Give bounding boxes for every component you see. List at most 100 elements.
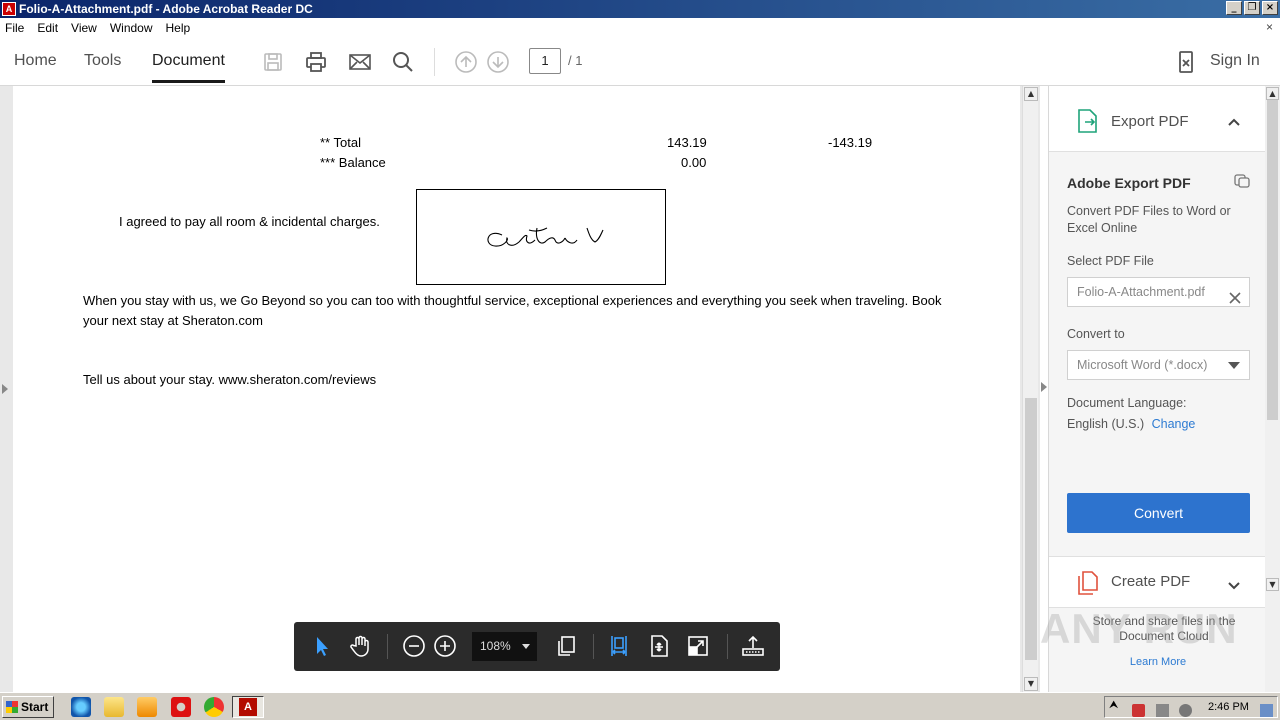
- create-pdf-header[interactable]: Create PDF: [1049, 556, 1266, 608]
- system-tray: ⮝: [1104, 696, 1278, 718]
- create-pdf-icon: [1077, 570, 1099, 601]
- feedback-text: Tell us about your stay. www.sheraton.co…: [83, 372, 377, 387]
- scroll-up-arrow-icon[interactable]: ▲: [1024, 87, 1038, 101]
- acrobat-app-icon: A: [2, 2, 16, 16]
- pdf-page: ** Total 143.19 -143.19 *** Balance 0.00…: [13, 86, 1020, 692]
- folder-icon[interactable]: [104, 697, 124, 717]
- agreement-text: I agreed to pay all room & incidental ch…: [119, 214, 380, 229]
- document-language-label: Document Language:: [1067, 396, 1187, 410]
- zoom-in-icon[interactable]: [433, 634, 457, 658]
- learn-more-link[interactable]: Learn More: [1049, 655, 1266, 670]
- total-debit: 143.19: [667, 135, 707, 150]
- media-player-icon[interactable]: [137, 697, 157, 717]
- total-label: ** Total: [320, 135, 361, 150]
- toolbar-divider: [727, 634, 728, 659]
- export-description: Convert PDF Files to Word or Excel Onlin…: [1067, 204, 1231, 235]
- menu-window[interactable]: Window: [110, 21, 153, 35]
- acrobat-taskbar-button[interactable]: A: [232, 696, 264, 718]
- signature-box: [416, 189, 666, 285]
- security-alert-icon[interactable]: [1132, 704, 1145, 717]
- fit-page-icon[interactable]: [647, 634, 671, 658]
- document-scrollbar[interactable]: ▲ ▼: [1022, 86, 1038, 692]
- scrollbar-thumb[interactable]: [1025, 398, 1037, 660]
- minimize-button[interactable]: _: [1226, 1, 1242, 15]
- scrollbar-thumb[interactable]: [1267, 100, 1278, 420]
- export-pdf-label: Export PDF: [1111, 113, 1189, 130]
- balance-label: *** Balance: [320, 155, 386, 170]
- chevron-down-icon: [522, 644, 530, 649]
- prev-page-icon[interactable]: [454, 50, 478, 74]
- select-cursor-icon[interactable]: [310, 634, 334, 658]
- fullscreen-icon[interactable]: [686, 634, 710, 658]
- search-icon[interactable]: [391, 50, 415, 74]
- tray-expand-icon[interactable]: ⮝: [1109, 699, 1122, 712]
- windows-flag-icon: [6, 701, 18, 713]
- show-desktop-icon[interactable]: [1260, 704, 1273, 717]
- close-document-icon[interactable]: ×: [1266, 20, 1273, 34]
- menu-help[interactable]: Help: [166, 21, 191, 35]
- zoom-out-icon[interactable]: [402, 634, 426, 658]
- chrome-icon[interactable]: [204, 697, 224, 717]
- clear-file-icon[interactable]: [1229, 286, 1241, 314]
- floating-toolbar: 108%: [294, 622, 780, 671]
- adobe-export-pdf-title: Adobe Export PDF: [1067, 175, 1191, 191]
- chevron-down-icon: [1228, 362, 1240, 369]
- toolbar-divider: [387, 634, 388, 659]
- mobile-icon[interactable]: [1174, 50, 1198, 74]
- opera-icon[interactable]: [171, 697, 191, 717]
- start-button[interactable]: Start: [2, 696, 54, 718]
- panel-scrollbar[interactable]: ▲ ▼: [1265, 86, 1280, 692]
- print-icon[interactable]: [304, 50, 328, 74]
- ie-icon[interactable]: [71, 697, 91, 717]
- chevron-down-icon[interactable]: [1227, 578, 1241, 596]
- close-button[interactable]: ×: [1262, 1, 1278, 15]
- fit-width-icon[interactable]: [607, 634, 631, 658]
- chevron-up-icon[interactable]: [1227, 114, 1241, 132]
- convert-to-label: Convert to: [1067, 327, 1125, 341]
- volume-icon[interactable]: [1179, 704, 1192, 717]
- toolbar-divider: [434, 48, 435, 76]
- restore-button[interactable]: ❐: [1244, 1, 1260, 15]
- tab-document[interactable]: Document: [152, 52, 225, 83]
- tab-home[interactable]: Home: [14, 52, 57, 70]
- balance-value: 0.00: [681, 155, 707, 170]
- menu-edit[interactable]: Edit: [37, 21, 58, 35]
- menu-view[interactable]: View: [71, 21, 97, 35]
- create-pdf-label: Create PDF: [1111, 573, 1191, 590]
- right-panel-toggle-icon[interactable]: [1041, 382, 1047, 392]
- left-panel-toggle-icon[interactable]: [2, 384, 8, 394]
- scroll-down-arrow-icon[interactable]: ▼: [1024, 677, 1038, 691]
- acrobat-icon: A: [239, 698, 257, 716]
- toolbar-divider: [593, 634, 594, 659]
- network-icon[interactable]: [1156, 704, 1169, 717]
- anyrun-watermark: ANY RUN: [1040, 605, 1238, 652]
- convert-format-value: Microsoft Word (*.docx): [1077, 358, 1208, 372]
- next-page-icon[interactable]: [486, 50, 510, 74]
- tab-tools[interactable]: Tools: [84, 52, 121, 70]
- selected-file-name: Folio-A-Attachment.pdf: [1077, 285, 1205, 299]
- email-icon[interactable]: [348, 50, 372, 74]
- document-cloud-icon[interactable]: [1233, 173, 1251, 194]
- select-pdf-file-link[interactable]: Select PDF File: [1067, 254, 1154, 268]
- document-language-value: English (U.S.): [1067, 417, 1145, 431]
- convert-button[interactable]: Convert: [1067, 493, 1250, 533]
- zoom-level-select[interactable]: 108%: [472, 632, 537, 661]
- change-language-link[interactable]: Change: [1152, 417, 1196, 431]
- page-number-input[interactable]: 1: [529, 48, 561, 74]
- selected-file-field[interactable]: Folio-A-Attachment.pdf: [1067, 277, 1250, 307]
- scroll-down-arrow-icon[interactable]: ▼: [1266, 578, 1279, 591]
- windows-taskbar: Start A ⮝ 2:46 PM: [0, 692, 1280, 720]
- scroll-up-arrow-icon[interactable]: ▲: [1266, 87, 1279, 100]
- document-viewport[interactable]: ** Total 143.19 -143.19 *** Balance 0.00…: [0, 86, 1040, 692]
- total-credit: -143.19: [828, 135, 873, 150]
- save-icon[interactable]: [261, 50, 285, 74]
- convert-format-select[interactable]: Microsoft Word (*.docx): [1067, 350, 1250, 380]
- sign-in-link[interactable]: Sign In: [1210, 52, 1260, 70]
- export-pdf-header[interactable]: Export PDF: [1049, 86, 1266, 152]
- page-display-icon[interactable]: [554, 634, 578, 658]
- menu-file[interactable]: File: [5, 21, 24, 35]
- hand-tool-icon[interactable]: [348, 634, 372, 658]
- start-label: Start: [21, 700, 49, 714]
- promo-text-line1: When you stay with us, we Go Beyond so y…: [83, 293, 942, 308]
- share-icon[interactable]: [741, 634, 765, 658]
